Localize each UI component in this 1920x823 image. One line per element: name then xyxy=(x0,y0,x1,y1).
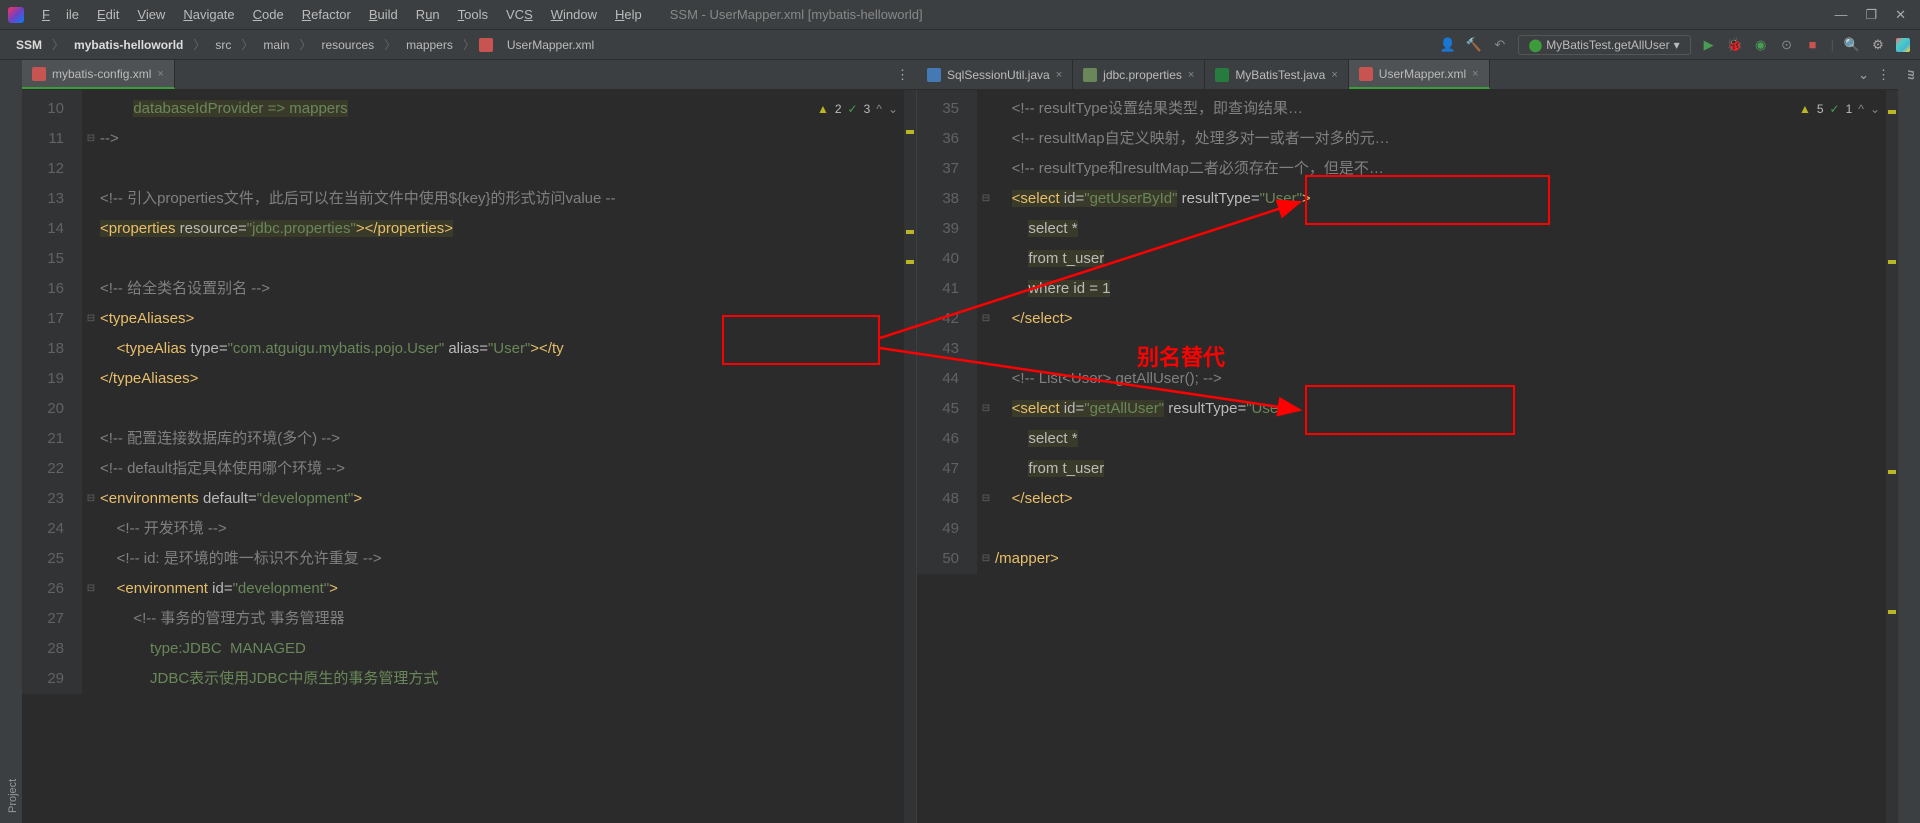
close-icon[interactable]: × xyxy=(1188,69,1194,81)
menu-code[interactable]: Code xyxy=(245,3,292,26)
tab-sqlsessionutil[interactable]: SqlSessionUtil.java × xyxy=(917,60,1073,89)
run-config-label: MyBatisTest.getAllUser xyxy=(1546,38,1669,52)
chevron-down-icon[interactable]: ⌄ xyxy=(1858,67,1869,83)
menu-edit[interactable]: Edit xyxy=(89,3,127,26)
left-tool-strip: Project Structure xyxy=(0,60,22,823)
tab-label: jdbc.properties xyxy=(1103,68,1182,82)
tab-usermapper[interactable]: UserMapper.xml × xyxy=(1349,60,1490,89)
back-icon[interactable]: ↶ xyxy=(1492,37,1508,53)
user-icon[interactable]: 👤 xyxy=(1440,37,1456,53)
crumb-src[interactable]: src xyxy=(209,36,237,54)
menu-window[interactable]: Window xyxy=(543,3,605,26)
marker-column-right[interactable] xyxy=(1886,90,1898,823)
nav-row: SSM〉 mybatis-helloworld〉 src〉 main〉 reso… xyxy=(0,30,1920,60)
search-icon[interactable]: 🔍 xyxy=(1844,37,1860,53)
tab-label: UserMapper.xml xyxy=(1379,67,1466,81)
close-icon[interactable]: × xyxy=(1056,69,1062,81)
properties-file-icon xyxy=(1083,68,1097,82)
close-icon[interactable]: × xyxy=(157,68,163,80)
run-icon[interactable]: ▶ xyxy=(1701,37,1717,53)
main-menu: File Edit View Navigate Code Refactor Bu… xyxy=(34,3,650,26)
main-area: mybatis-config.xml × ⋮ SqlSessionUtil.ja… xyxy=(22,60,1898,823)
tool-structure[interactable]: Structure xyxy=(0,748,4,813)
editor-split: ▲2 ✓3 ^ ⌄ 101112131415161718192021222324… xyxy=(22,90,1898,823)
crumb-mappers[interactable]: mappers xyxy=(400,36,459,54)
editor-tabs: mybatis-config.xml × ⋮ SqlSessionUtil.ja… xyxy=(22,60,1898,90)
marker-column-left[interactable] xyxy=(904,90,916,823)
tab-label: mybatis-config.xml xyxy=(52,67,151,81)
ide-brand-icon[interactable] xyxy=(1896,38,1910,52)
tab-label: MyBatisTest.java xyxy=(1235,68,1325,82)
more-tabs-icon[interactable]: ⋮ xyxy=(896,67,909,83)
gutter-right[interactable]: 35363738394041424344454647484950 xyxy=(917,90,977,574)
crumb-module[interactable]: mybatis-helloworld xyxy=(68,36,189,54)
tab-mybatis-config[interactable]: mybatis-config.xml × xyxy=(22,60,175,89)
crumb-resources[interactable]: resources xyxy=(315,36,380,54)
close-icon[interactable]: ✕ xyxy=(1895,7,1906,23)
menu-navigate[interactable]: Navigate xyxy=(175,3,242,26)
crumb-main[interactable]: main xyxy=(257,36,295,54)
right-tool-strip: m Maven Database xyxy=(1898,60,1920,823)
menu-run[interactable]: Run xyxy=(408,3,448,26)
java-file-icon xyxy=(927,68,941,82)
test-file-icon xyxy=(1215,68,1229,82)
close-icon[interactable]: × xyxy=(1472,68,1478,80)
fold-column-right[interactable]: ⊟⊟⊟⊟⊟ xyxy=(977,90,995,574)
run-config-icon: ⬤ xyxy=(1529,38,1542,52)
tool-m[interactable]: m xyxy=(1902,60,1920,823)
settings-icon[interactable]: ⚙ xyxy=(1870,37,1886,53)
editor-left[interactable]: ▲2 ✓3 ^ ⌄ 101112131415161718192021222324… xyxy=(22,90,917,823)
app-icon xyxy=(8,7,24,23)
chevron-down-icon: ▾ xyxy=(1674,38,1680,52)
tool-project[interactable]: Project xyxy=(4,60,22,823)
coverage-icon[interactable]: ◉ xyxy=(1753,37,1769,53)
profile-icon[interactable]: ⊙ xyxy=(1779,37,1795,53)
close-icon[interactable]: × xyxy=(1331,69,1337,81)
menu-vcs[interactable]: VCS xyxy=(498,3,541,26)
more-tabs-icon[interactable]: ⋮ xyxy=(1877,67,1890,83)
minimize-icon[interactable]: — xyxy=(1834,7,1847,23)
editor-right[interactable]: ▲5 ✓1 ^ ⌄ 353637383940414243444546474849… xyxy=(917,90,1898,823)
title-bar: File Edit View Navigate Code Refactor Bu… xyxy=(0,0,1920,30)
run-config-selector[interactable]: ⬤ MyBatisTest.getAllUser ▾ xyxy=(1518,35,1691,55)
menu-tools[interactable]: Tools xyxy=(450,3,496,26)
crumb-file[interactable]: UserMapper.xml xyxy=(501,36,600,54)
menu-help[interactable]: Help xyxy=(607,3,650,26)
window-title: SSM - UserMapper.xml [mybatis-helloworld… xyxy=(650,7,1835,22)
window-controls: — ❐ ✕ xyxy=(1834,7,1912,23)
build-icon[interactable]: 🔨 xyxy=(1466,37,1482,53)
gutter-left[interactable]: 1011121314151617181920212223242526272829 xyxy=(22,90,82,694)
code-right[interactable]: <!-- resultType设置结果类型，即查询结果… <!-- result… xyxy=(995,94,1884,574)
breadcrumb: SSM〉 mybatis-helloworld〉 src〉 main〉 reso… xyxy=(10,36,600,54)
xml-file-icon xyxy=(1359,67,1373,81)
fold-column-left[interactable]: ⊟⊟⊟⊟ xyxy=(82,90,100,694)
tab-mybatistest[interactable]: MyBatisTest.java × xyxy=(1205,60,1348,89)
xml-file-icon xyxy=(32,67,46,81)
tab-jdbc-properties[interactable]: jdbc.properties × xyxy=(1073,60,1205,89)
crumb-project[interactable]: SSM xyxy=(10,36,48,54)
stop-icon[interactable]: ■ xyxy=(1805,37,1821,53)
menu-refactor[interactable]: Refactor xyxy=(294,3,359,26)
maximize-icon[interactable]: ❐ xyxy=(1865,7,1877,23)
tab-label: SqlSessionUtil.java xyxy=(947,68,1050,82)
menu-file[interactable]: File xyxy=(34,3,87,26)
menu-build[interactable]: Build xyxy=(361,3,406,26)
debug-icon[interactable]: 🐞 xyxy=(1727,37,1743,53)
toolbar-right: 👤 🔨 ↶ ⬤ MyBatisTest.getAllUser ▾ ▶ 🐞 ◉ ⊙… xyxy=(1440,35,1910,55)
code-left[interactable]: databaseIdProvider => mappers--><!-- 引入p… xyxy=(100,94,902,694)
menu-view[interactable]: View xyxy=(129,3,173,26)
xml-file-icon xyxy=(479,38,493,52)
